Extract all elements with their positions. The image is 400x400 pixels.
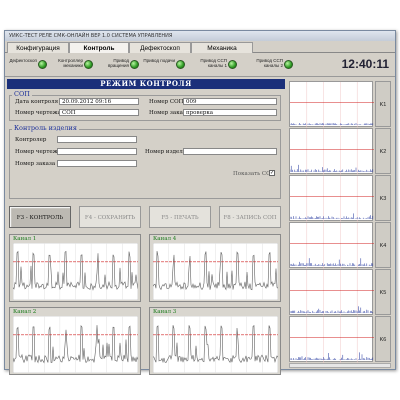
sop-date-label: Дата контроля [15,99,59,105]
strip-k2-trace [289,129,374,175]
indicator-drive-2: Привод ССП каналы 2 [251,55,295,75]
strip-label-k1: K1 [375,81,391,127]
item-drawing-field[interactable] [57,148,137,155]
item-number-field[interactable] [183,148,277,155]
sop-number-label: Номер СОП [149,99,184,105]
channel-title: Канал 2 [13,309,37,315]
channel-2-panel: Канал 2 [9,307,141,375]
channel-4-waveform [153,243,278,300]
indicator-label: Привод подачи [143,58,175,63]
sop-drawing-label: Номер чертежа [15,110,61,116]
channel-title: Канал 3 [153,309,177,315]
item-group-title: Контроль изделия [12,124,79,132]
save-button[interactable]: F4 - СОХРАНИТЬ [79,206,141,228]
status-led-icon [84,60,93,69]
status-bar: Дефектоскоп Контроллер механики Привод в… [5,53,395,77]
strip-k4 [289,222,374,269]
strip-label-k3: K3 [375,175,391,221]
tab-configuration[interactable]: Конфигурация [7,42,69,53]
strip-label-k4: K4 [375,222,391,268]
status-led-icon [130,60,139,69]
strip-chart-panel: K1 K2 K3 K4 K5 K6 [287,79,393,369]
strip-k5-trace [289,270,374,316]
indicator-label: Дефектоскоп [9,58,38,63]
sop-order-field[interactable]: проверка [183,109,277,116]
sop-number-field[interactable]: 009 [183,98,277,105]
sop-group-title: СОП [12,90,32,98]
strip-k5 [289,269,374,316]
indicator-label: Контроллер механики [58,58,83,68]
indicator-label: Привод ССП каналы 2 [256,58,283,68]
tab-bar: Конфигурация Контроль Дефектоскоп Механи… [5,41,395,53]
control-panel: РЕЖИМ КОНТРОЛЯ СОП Дата контроля 20.09.2… [7,79,285,375]
tab-mechanics[interactable]: Механика [191,42,253,53]
main-window: УИКС-ТЕСТ РЕЛЕ СМК-ОНЛАЙН ВЕР 1.0 СИСТЕМ… [4,30,396,375]
status-led-icon [38,60,47,69]
indicator-label: Привод вращения [108,58,129,68]
controller-field[interactable] [57,136,137,143]
indicator-mech-controller: Контроллер механики [51,55,95,75]
channel-3-panel: Канал 3 [149,307,281,375]
print-button[interactable]: F5 - ПЕЧАТЬ [149,206,211,228]
tab-control[interactable]: Контроль [69,42,129,53]
clock: 12:40:11 [341,57,389,71]
strip-k1-trace [289,82,374,128]
status-led-icon [176,60,185,69]
item-order-field[interactable] [57,160,137,167]
item-order-label: Номер заказа [15,161,56,167]
indicator-label: Привод ССП каналы 1 [200,58,227,68]
strip-label-k6: K6 [375,316,391,362]
mode-title: РЕЖИМ КОНТРОЛЯ [7,79,285,89]
indicator-feed-drive: Привод подачи [143,55,187,75]
record-sop-button[interactable]: F8 - ЗАПИСЬ СОП [219,206,281,228]
control-button[interactable]: F3 - КОНТРОЛЬ [9,206,71,228]
channel-3-waveform [153,316,278,373]
channel-1-panel: Канал 1 [9,234,141,302]
channel-4-panel: Канал 4 [149,234,281,302]
window-title: УИКС-ТЕСТ РЕЛЕ СМК-ОНЛАЙН ВЕР 1.0 СИСТЕМ… [5,31,395,41]
channel-title: Канал 4 [153,236,177,242]
status-led-icon [284,60,293,69]
strip-k6-trace [289,317,374,363]
controller-label: Контролер [15,137,47,143]
channel-1-waveform [13,243,138,300]
strip-label-k2: K2 [375,128,391,174]
strip-k1 [289,81,374,128]
strip-k6 [289,316,374,363]
channel-2-waveform [13,316,138,373]
strip-k3 [289,175,374,222]
channel-title: Канал 1 [13,236,37,242]
strip-scrollbar[interactable] [289,363,391,368]
show-sop-checkbox[interactable]: ✓ [269,170,275,176]
tab-flaw-detector[interactable]: Дефектоскоп [129,42,191,53]
strip-label-k5: K5 [375,269,391,315]
strip-k3-trace [289,176,374,222]
check-icon: ✓ [270,170,275,176]
indicator-flaw-detector: Дефектоскоп [5,55,49,75]
sop-date-field[interactable]: 20.09.2012 09:16 [59,98,139,105]
indicator-rotation-drive: Привод вращения [97,55,141,75]
item-drawing-label: Номер чертежа [15,149,61,155]
strip-k4-trace [289,223,374,269]
indicator-drive-1: Привод ССП каналы 1 [195,55,239,75]
status-led-icon [228,60,237,69]
strip-k2 [289,128,374,175]
sop-drawing-field[interactable]: СОП [59,109,139,116]
